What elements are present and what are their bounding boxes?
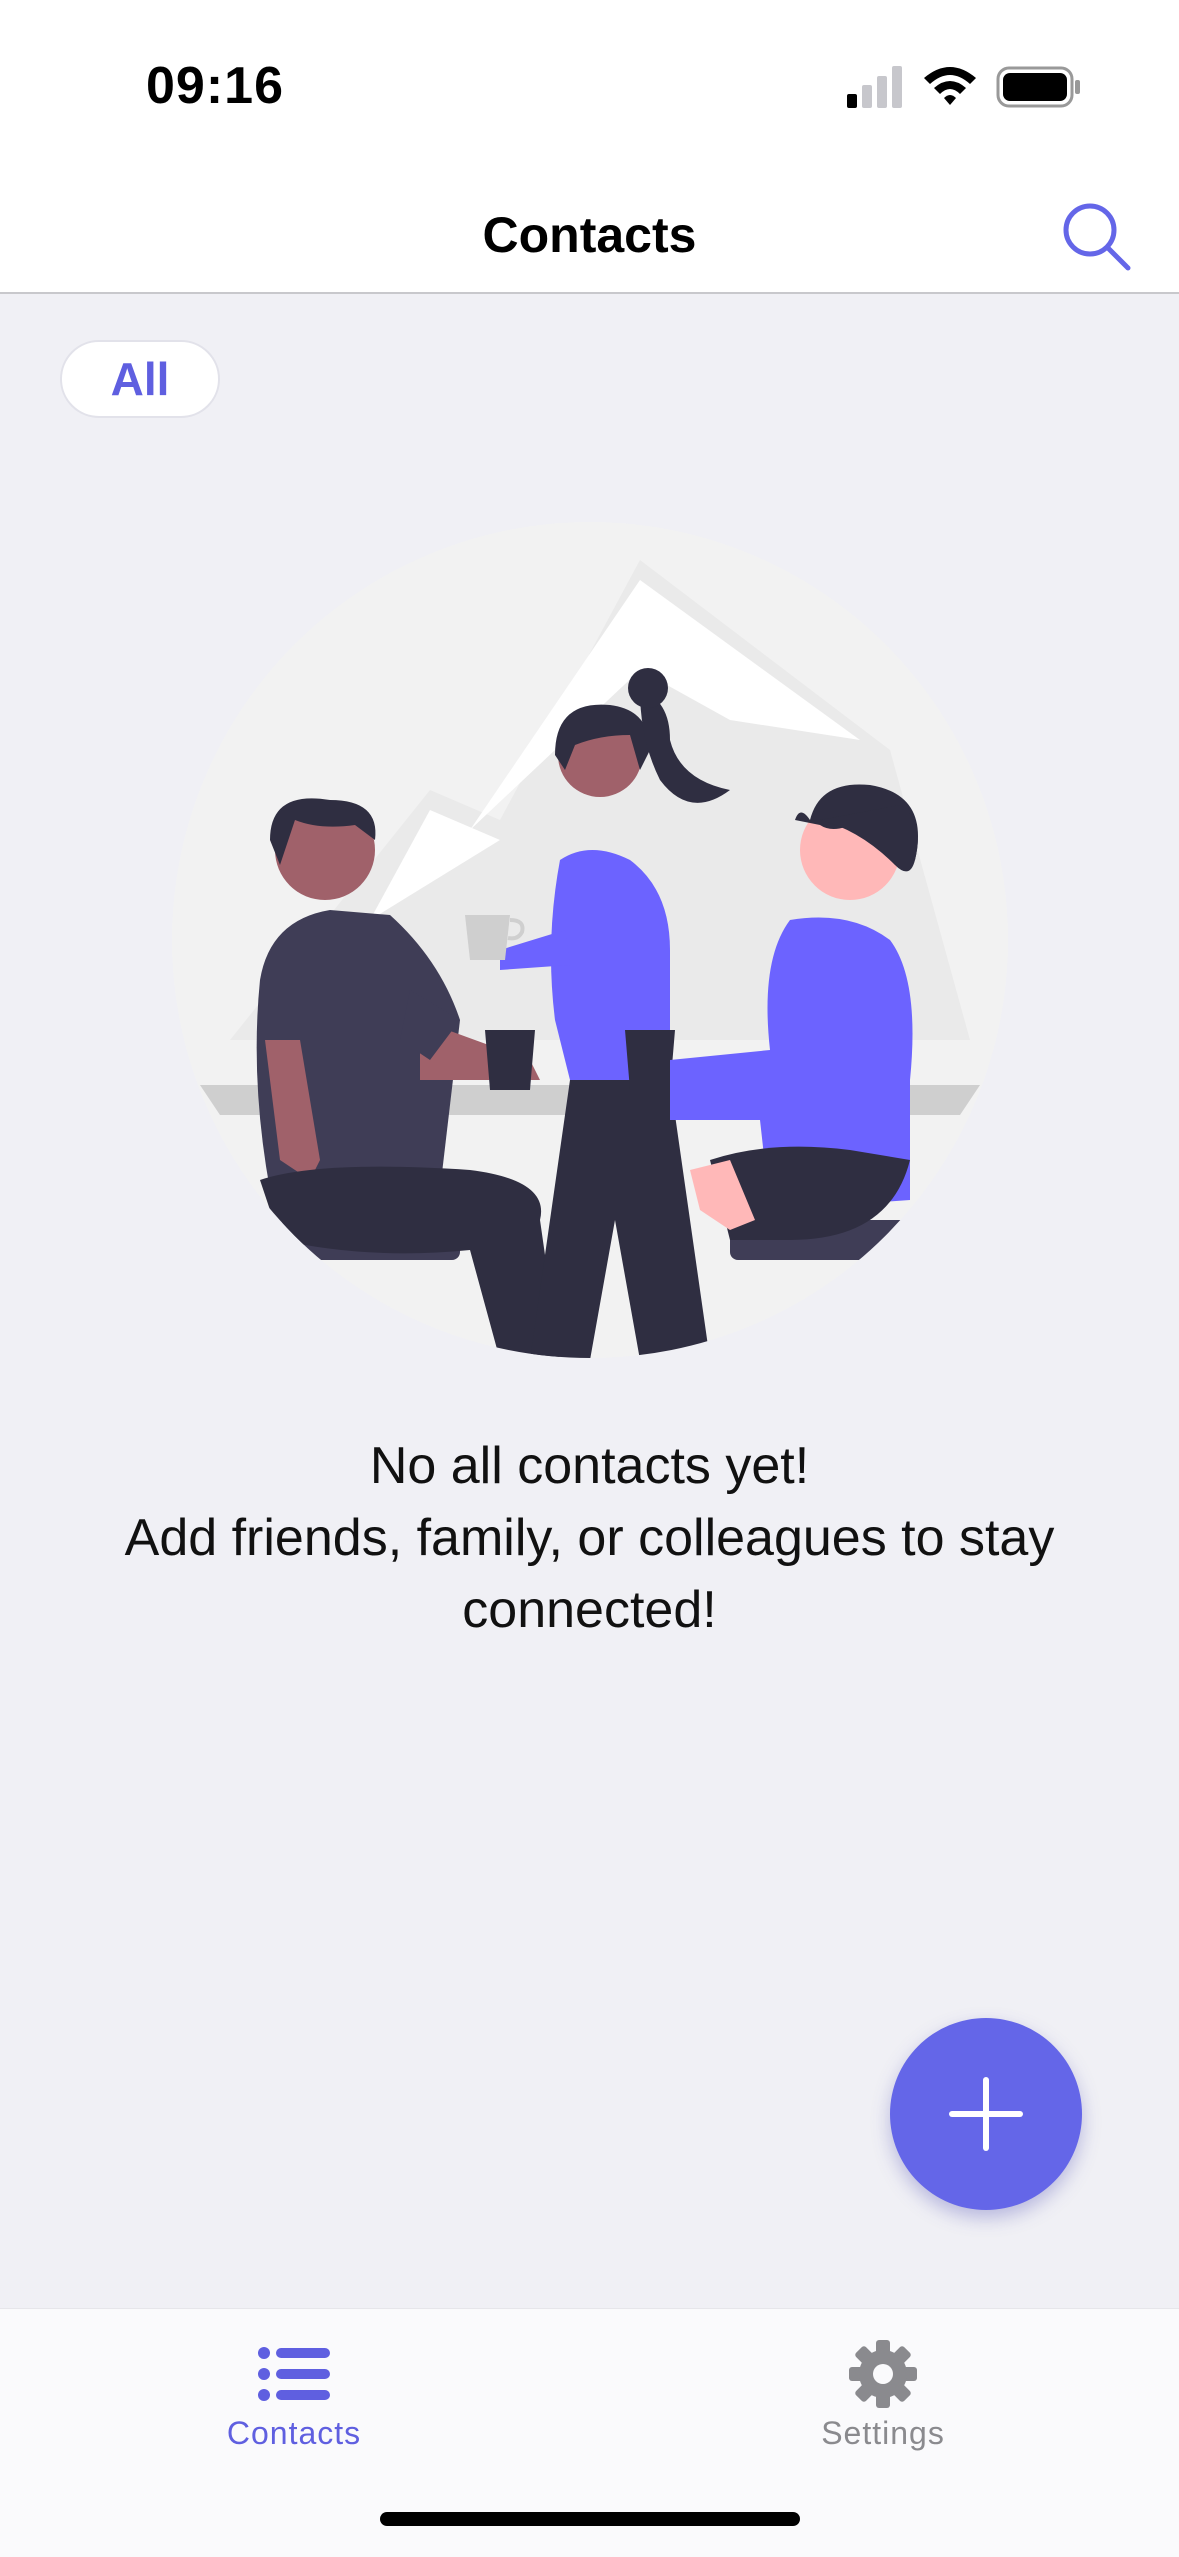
search-icon[interactable] — [1060, 200, 1132, 272]
list-icon — [258, 2347, 330, 2401]
tab-contacts-label: Contacts — [226, 2415, 362, 2451]
tab-contacts[interactable]: Contacts — [144, 2339, 444, 2469]
navigation-bar: Contacts — [0, 170, 1179, 294]
gear-icon — [849, 2340, 917, 2408]
empty-state-illustration — [172, 522, 1008, 1358]
status-bar: 09:16 — [0, 0, 1179, 170]
tab-settings-label: Settings — [821, 2415, 945, 2451]
filter-chip-all[interactable]: All — [60, 340, 220, 418]
cellular-signal-icon — [847, 66, 902, 108]
plus-icon — [949, 2077, 1023, 2151]
empty-state-line-3: connected! — [462, 1581, 717, 1639]
wifi-icon — [924, 67, 976, 105]
empty-state-line-1: No all contacts yet! — [369, 1437, 810, 1495]
empty-state-line-2: Add friends, family, or colleagues to st… — [124, 1509, 1055, 1567]
battery-icon — [996, 66, 1080, 108]
status-time: 09:16 — [146, 57, 284, 115]
empty-state-message: No all contacts yet! Add friends, family… — [80, 1430, 1099, 1646]
home-indicator[interactable] — [380, 2512, 800, 2526]
add-contact-button[interactable] — [890, 2018, 1082, 2210]
tab-settings[interactable]: Settings — [733, 2339, 1033, 2469]
page-title: Contacts — [482, 207, 697, 263]
